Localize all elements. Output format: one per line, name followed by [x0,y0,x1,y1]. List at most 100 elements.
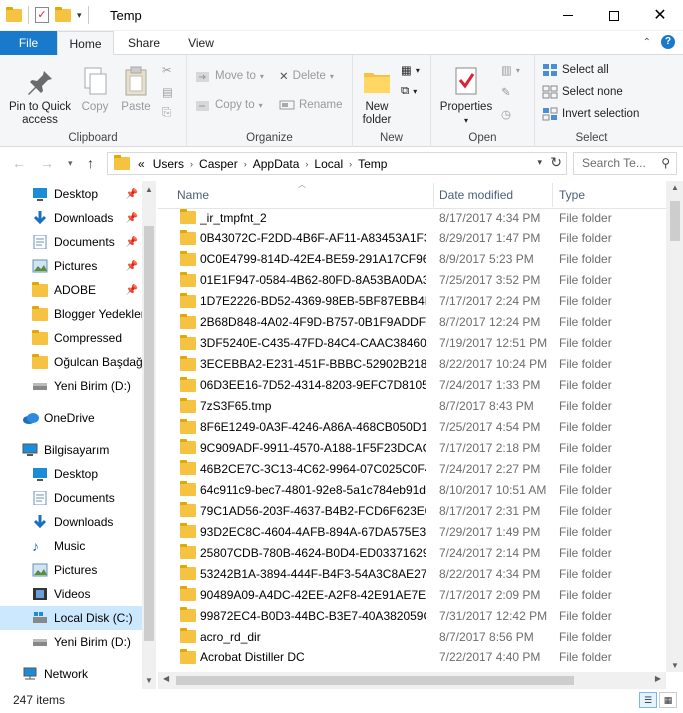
copy-button[interactable]: Copy [76,65,114,114]
file-list-horizontal-scrollbar[interactable]: ◀ ▶ [158,672,666,689]
file-row[interactable]: 99872EC4-B0D3-44BC-B3E7-40A382059C52 7/31… [158,605,666,626]
pin-icon[interactable]: 📌 [126,285,138,296]
select-none-button[interactable]: Select none [542,85,623,99]
breadcrumb-separator-icon[interactable]: › [242,159,249,169]
scrollbar-thumb[interactable] [144,226,154,641]
file-row[interactable]: 8F6E1249-0A3F-4246-A86A-468CB050D160 7/25… [158,417,666,438]
tab-view[interactable]: View [176,31,226,55]
file-row[interactable]: 06D3EE16-7D52-4314-8203-9EFC7D810566 7/24… [158,375,666,396]
breadcrumb-local[interactable]: Local [310,157,347,171]
file-row[interactable]: 90489A09-A4DC-42EE-A2F8-42E91AE7EE56 7/17… [158,584,666,605]
delete-button[interactable]: ✕ Delete ▾ [279,69,334,83]
breadcrumb-casper[interactable]: Casper [195,157,242,171]
scrollbar-thumb[interactable] [176,676,574,685]
column-divider[interactable] [433,183,434,207]
scroll-up-arrow-icon[interactable]: ▲ [671,183,679,192]
file-row[interactable]: 64c911c9-bec7-4801-92e8-5a1c784eb91d 8/10… [158,479,666,500]
file-row[interactable]: _ir_tmpfnt_2 8/17/2017 4:34 PM File folder [158,207,666,228]
tab-share[interactable]: Share [118,31,170,55]
nav-pane-scrollbar[interactable]: ▲ ▼ [142,181,156,689]
nav-item-local-disk-c[interactable]: Local Disk (C:) [0,606,142,630]
column-header-date-modified[interactable]: Date modified [439,188,513,202]
pin-to-quick-access-button[interactable]: Pin to Quick access [4,65,76,127]
file-row[interactable]: 0C0E4799-814D-42E4-BE59-291A17CF9654 8/9/… [158,249,666,270]
nav-item-yeni-birim-d[interactable]: Yeni Birim (D:) [0,374,142,398]
pin-icon[interactable]: 📌 [126,237,138,248]
breadcrumb-separator-icon[interactable]: › [188,159,195,169]
nav-item-adobe[interactable]: ADOBE 📌 [0,278,142,302]
nav-item-this-pc[interactable]: Bilgisayarım [0,438,142,462]
breadcrumb-temp[interactable]: Temp [354,157,391,171]
maximize-button[interactable] [591,0,637,31]
breadcrumb-users[interactable]: Users [149,157,188,171]
nav-item-network[interactable]: Network [0,662,142,686]
minimize-button[interactable] [545,0,591,31]
copy-path-icon[interactable]: ▤ [162,85,173,99]
select-all-button[interactable]: Select all [542,63,609,77]
file-row[interactable]: 3ECEBBA2-E231-451F-BBBC-52902B21847F 8/22… [158,354,666,375]
nav-item-pc-music[interactable]: ♪ Music [0,534,142,558]
customize-toolbar-dropdown-icon[interactable]: ▾ [77,10,82,21]
file-row[interactable]: 53242B1A-3894-444F-B4F3-54A3C8AE272B 8/22… [158,563,666,584]
nav-item-onedrive[interactable]: OneDrive [0,406,142,430]
file-row[interactable]: 0B43072C-F2DD-4B6F-AF11-A83453A1F378 8/29… [158,228,666,249]
breadcrumb-separator-icon[interactable]: › [347,159,354,169]
address-bar[interactable]: « Users › Casper › AppData › Local › Tem… [107,152,567,175]
file-row[interactable]: 46B2CE7C-3C13-4C62-9964-07C025C0F4... 7/2… [158,458,666,479]
file-row[interactable]: 93D2EC8C-4604-4AFB-894A-67DA575E3F... 7/2… [158,521,666,542]
scroll-left-arrow-icon[interactable]: ◀ [163,674,169,683]
minimize-ribbon-chevron-icon[interactable]: ⌃ [643,37,651,48]
nav-item-blogger-yedekleri[interactable]: Blogger Yedekleri [0,302,142,326]
properties-button[interactable]: Properties ▾ [437,65,495,127]
recent-locations-chevron-icon[interactable]: ▾ [68,158,73,169]
file-row[interactable]: 3DF5240E-C435-47FD-84C4-CAAC38460... 7/19… [158,333,666,354]
scroll-right-arrow-icon[interactable]: ▶ [655,674,661,683]
breadcrumb-overflow[interactable]: « [134,157,149,171]
scrollbar-thumb[interactable] [670,201,680,241]
new-item-icon[interactable]: ▦ ▾ [401,63,420,77]
new-folder-button[interactable]: New folder [355,65,399,127]
large-icons-view-button[interactable]: ▦ [659,692,677,708]
file-list-vertical-scrollbar[interactable]: ▲ ▼ [666,181,683,672]
file-row[interactable]: 2B68D848-4A02-4F9D-B757-0B1F9ADDF6... 8/7… [158,312,666,333]
history-icon[interactable]: ◷ [501,107,511,121]
breadcrumb-separator-icon[interactable]: › [303,159,310,169]
column-header-name[interactable]: Name [177,188,209,202]
address-dropdown-icon[interactable]: ▾ [537,157,542,168]
column-divider[interactable] [552,183,553,207]
close-button[interactable]: ✕ [637,0,683,31]
scroll-up-arrow-icon[interactable]: ▲ [145,185,153,194]
easy-access-icon[interactable]: ⧉ ▾ [401,85,417,98]
file-row[interactable]: 9C909ADF-9911-4570-A188-1F5F23DCAC... 7/1… [158,437,666,458]
nav-item-pc-videos[interactable]: Videos [0,582,142,606]
nav-item-pc-desktop[interactable]: Desktop [0,462,142,486]
nav-item-pc-pictures[interactable]: Pictures [0,558,142,582]
forward-arrow-icon[interactable]: → [40,155,54,171]
new-folder-icon[interactable] [55,6,71,22]
open-icon[interactable]: ▥ ▾ [501,63,520,77]
paste-button[interactable]: Paste [116,65,156,114]
folder-icon[interactable] [6,6,22,22]
nav-item-downloads[interactable]: Downloads 📌 [0,206,142,230]
invert-selection-button[interactable]: Invert selection [542,107,639,121]
file-row[interactable]: Acrobat Distiller DC 7/22/2017 4:40 PM Fil… [158,647,666,668]
cut-icon[interactable]: ✂ [162,63,172,77]
column-header-type[interactable]: Type [559,188,585,202]
refresh-icon[interactable]: ↻ [550,154,562,171]
tab-home[interactable]: Home [57,31,114,56]
nav-item-pc-downloads[interactable]: Downloads [0,510,142,534]
up-arrow-icon[interactable]: ↑ [87,155,94,171]
file-row[interactable]: 1D7E2226-BD52-4369-98EB-5BF87EBB4E43 7/17… [158,291,666,312]
pin-icon[interactable]: 📌 [126,189,138,200]
breadcrumb-appdata[interactable]: AppData [249,157,304,171]
nav-item-pictures[interactable]: Pictures 📌 [0,254,142,278]
edit-icon[interactable]: ✎ [501,85,511,99]
nav-item-documents[interactable]: Documents 📌 [0,230,142,254]
nav-item-desktop[interactable]: Desktop 📌 [0,182,142,206]
pin-icon[interactable]: 📌 [126,261,138,272]
properties-check-icon[interactable]: ✓ [35,7,49,23]
file-row[interactable]: acro_rd_dir 8/7/2017 8:56 PM File folder [158,626,666,647]
file-row[interactable]: 25807CDB-780B-4624-B0D4-ED03371629DB 7/24… [158,542,666,563]
help-icon[interactable]: ? [661,35,675,49]
scroll-down-arrow-icon[interactable]: ▼ [145,676,153,685]
